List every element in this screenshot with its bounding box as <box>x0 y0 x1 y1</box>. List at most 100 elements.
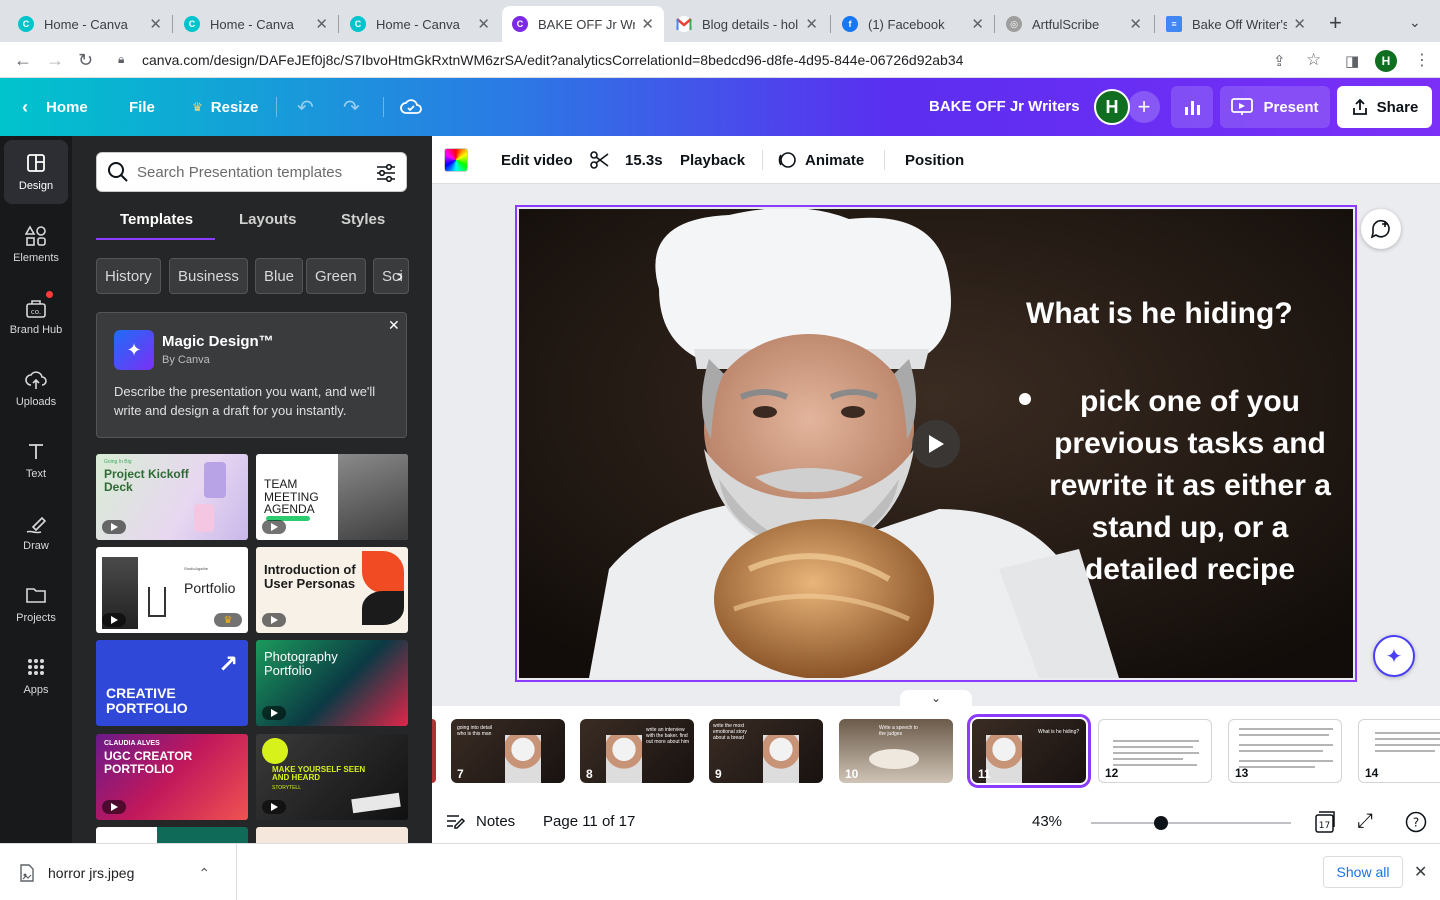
toggle-filmstrip-button[interactable]: ⌄ <box>900 690 972 706</box>
template-thumbnail[interactable]: Going In Big Project Kickoff Deck <box>96 454 248 540</box>
template-thumbnail[interactable]: MAKE YOURSELF SEEN AND HEARD STORYTELL <box>256 734 408 820</box>
reload-icon[interactable]: ↻ <box>78 50 93 71</box>
tab-layouts[interactable]: Layouts <box>239 211 297 228</box>
magic-design-card[interactable]: ✦ Magic Design™ By Canva Describe the pr… <box>96 312 407 438</box>
rail-item-elements[interactable]: Elements <box>4 212 68 276</box>
filter-chip[interactable]: Sci <box>373 258 409 294</box>
template-search-input[interactable]: Search Presentation templates <box>96 152 407 192</box>
browser-profile-avatar[interactable]: H <box>1375 50 1397 72</box>
undo-icon[interactable]: ↶ <box>297 78 314 136</box>
close-icon[interactable]: ✕ <box>971 15 984 33</box>
color-picker-swatch[interactable] <box>444 148 468 172</box>
page-thumbnail-selected[interactable]: What is he hiding? 11 <box>967 714 1091 788</box>
close-icon[interactable]: ✕ <box>1414 862 1427 882</box>
filter-chip[interactable]: Blue <box>255 258 304 294</box>
rail-item-brand-hub[interactable]: co. Brand Hub <box>4 284 68 348</box>
url-field[interactable]: canva.com/design/DAFeJEf0j8c/S7IbvoHtmGk… <box>142 52 963 68</box>
redo-icon[interactable]: ↷ <box>343 78 360 136</box>
bookmark-star-icon[interactable]: ☆ <box>1306 50 1321 70</box>
template-thumbnail[interactable]: StudioAgathe Portfolio ♛ <box>96 547 248 633</box>
filter-chip[interactable]: Green <box>306 258 366 294</box>
template-thumbnail[interactable]: TEAM MEETING AGENDA <box>256 454 408 540</box>
playback-button[interactable]: Playback <box>680 136 745 184</box>
rail-item-design[interactable]: Design <box>4 140 68 204</box>
rail-item-text[interactable]: Text <box>4 428 68 492</box>
filter-chip[interactable]: Business <box>169 258 248 294</box>
user-avatar[interactable]: H <box>1094 89 1130 125</box>
show-all-downloads-button[interactable]: Show all <box>1323 856 1403 888</box>
close-icon[interactable]: ✕ <box>1293 15 1306 33</box>
add-collaborator-button[interactable]: + <box>1128 91 1160 123</box>
design-title[interactable]: BAKE OFF Jr Writers <box>929 98 1080 115</box>
tab-templates[interactable]: Templates <box>120 211 193 228</box>
side-panel-icon[interactable]: ◨ <box>1345 52 1359 70</box>
magic-assistant-button[interactable]: ✦ <box>1373 635 1415 677</box>
browser-menu-icon[interactable]: ⋮ <box>1414 50 1430 70</box>
filter-chip[interactable]: History <box>96 258 161 294</box>
insights-button[interactable] <box>1171 86 1213 128</box>
filter-icon[interactable] <box>376 163 396 188</box>
cloud-saved-icon[interactable] <box>399 78 423 136</box>
trim-button[interactable]: 15.3s <box>590 136 663 184</box>
template-thumbnail[interactable] <box>256 827 408 843</box>
close-icon[interactable]: ✕ <box>149 15 162 33</box>
template-thumbnail[interactable] <box>96 827 248 843</box>
template-thumbnail[interactable]: Introduction of User Personas <box>256 547 408 633</box>
position-button[interactable]: Position <box>905 136 964 184</box>
close-icon[interactable]: ✕ <box>1129 15 1142 33</box>
edit-video-button[interactable]: Edit video <box>501 136 573 184</box>
browser-tab[interactable]: ≡ Bake Off Writer's ✕ <box>1156 6 1316 42</box>
template-thumbnail[interactable]: Photography Portfolio <box>256 640 408 726</box>
home-button[interactable]: ‹ Home <box>22 78 88 136</box>
slide-bullet-text[interactable]: pick one of you previous tasks and rewri… <box>1045 381 1335 591</box>
chevron-right-icon[interactable]: › <box>397 266 403 287</box>
browser-tab[interactable]: C Home - Canva ✕ <box>8 6 172 42</box>
animate-button[interactable]: Animate <box>777 136 864 184</box>
resize-button[interactable]: ♛ Resize <box>192 78 258 136</box>
share-page-icon[interactable]: ⇪ <box>1273 52 1286 70</box>
notes-button[interactable]: Notes <box>446 800 515 843</box>
rail-item-apps[interactable]: Apps <box>4 644 68 708</box>
page-thumbnail[interactable]: Write a speech to the judges 10 <box>839 719 953 783</box>
new-tab-icon[interactable]: + <box>1329 12 1342 34</box>
help-button[interactable]: ? <box>1405 800 1427 843</box>
add-comment-button[interactable] <box>1361 209 1401 249</box>
chevron-down-icon[interactable]: ⌄ <box>1409 14 1421 31</box>
close-icon[interactable]: ✕ <box>477 15 490 33</box>
download-item[interactable]: horror jrs.jpeg ⌃ <box>20 864 210 882</box>
rail-item-projects[interactable]: Projects <box>4 572 68 636</box>
browser-tab-active[interactable]: C BAKE OFF Jr Writ ✕ <box>502 6 664 42</box>
rail-item-uploads[interactable]: Uploads <box>4 356 68 420</box>
template-thumbnail[interactable]: CREATIVE PORTFOLIO ↗ <box>96 640 248 726</box>
browser-tab[interactable]: C Home - Canva ✕ <box>174 6 338 42</box>
zoom-slider-handle[interactable] <box>1154 816 1168 830</box>
close-icon[interactable]: ✕ <box>388 317 400 334</box>
close-icon[interactable]: ✕ <box>641 15 654 33</box>
close-icon[interactable]: ✕ <box>315 15 328 33</box>
browser-tab[interactable]: Blog details - holi ✕ <box>666 6 828 42</box>
back-icon[interactable]: ← <box>14 50 32 71</box>
forward-icon[interactable]: → <box>46 50 64 71</box>
video-play-button[interactable] <box>912 420 960 468</box>
present-button[interactable]: Present <box>1220 86 1330 128</box>
zoom-percentage[interactable]: 43% <box>1032 800 1062 843</box>
browser-tab[interactable]: C Home - Canva ✕ <box>340 6 500 42</box>
page-thumbnail-partial[interactable] <box>432 719 436 783</box>
share-button[interactable]: Share <box>1337 86 1432 128</box>
template-thumbnail[interactable]: CLAUDIA ALVES UGC CREATOR PORTFOLIO <box>96 734 248 820</box>
fullscreen-icon[interactable]: ⤢ <box>1357 800 1373 843</box>
page-thumbnail[interactable]: 13 <box>1228 719 1342 783</box>
rail-item-draw[interactable]: Draw <box>4 500 68 564</box>
file-menu-button[interactable]: File <box>129 78 155 136</box>
close-icon[interactable]: ✕ <box>805 15 818 33</box>
current-slide[interactable]: What is he hiding? pick one of you previ… <box>519 209 1353 678</box>
tab-styles[interactable]: Styles <box>341 211 385 228</box>
slide-title[interactable]: What is he hiding? <box>1026 297 1293 331</box>
page-grid-button[interactable]: 17 <box>1313 800 1337 843</box>
zoom-slider-track[interactable] <box>1091 822 1291 824</box>
page-thumbnail[interactable]: 12 <box>1098 719 1212 783</box>
page-thumbnail[interactable]: write an interview with the baker. find … <box>580 719 694 783</box>
browser-tab[interactable]: ◎ ArtfulScribe ✕ <box>996 6 1152 42</box>
page-thumbnail[interactable]: write the most emotional story about a b… <box>709 719 823 783</box>
browser-tab[interactable]: f (1) Facebook ✕ <box>832 6 994 42</box>
